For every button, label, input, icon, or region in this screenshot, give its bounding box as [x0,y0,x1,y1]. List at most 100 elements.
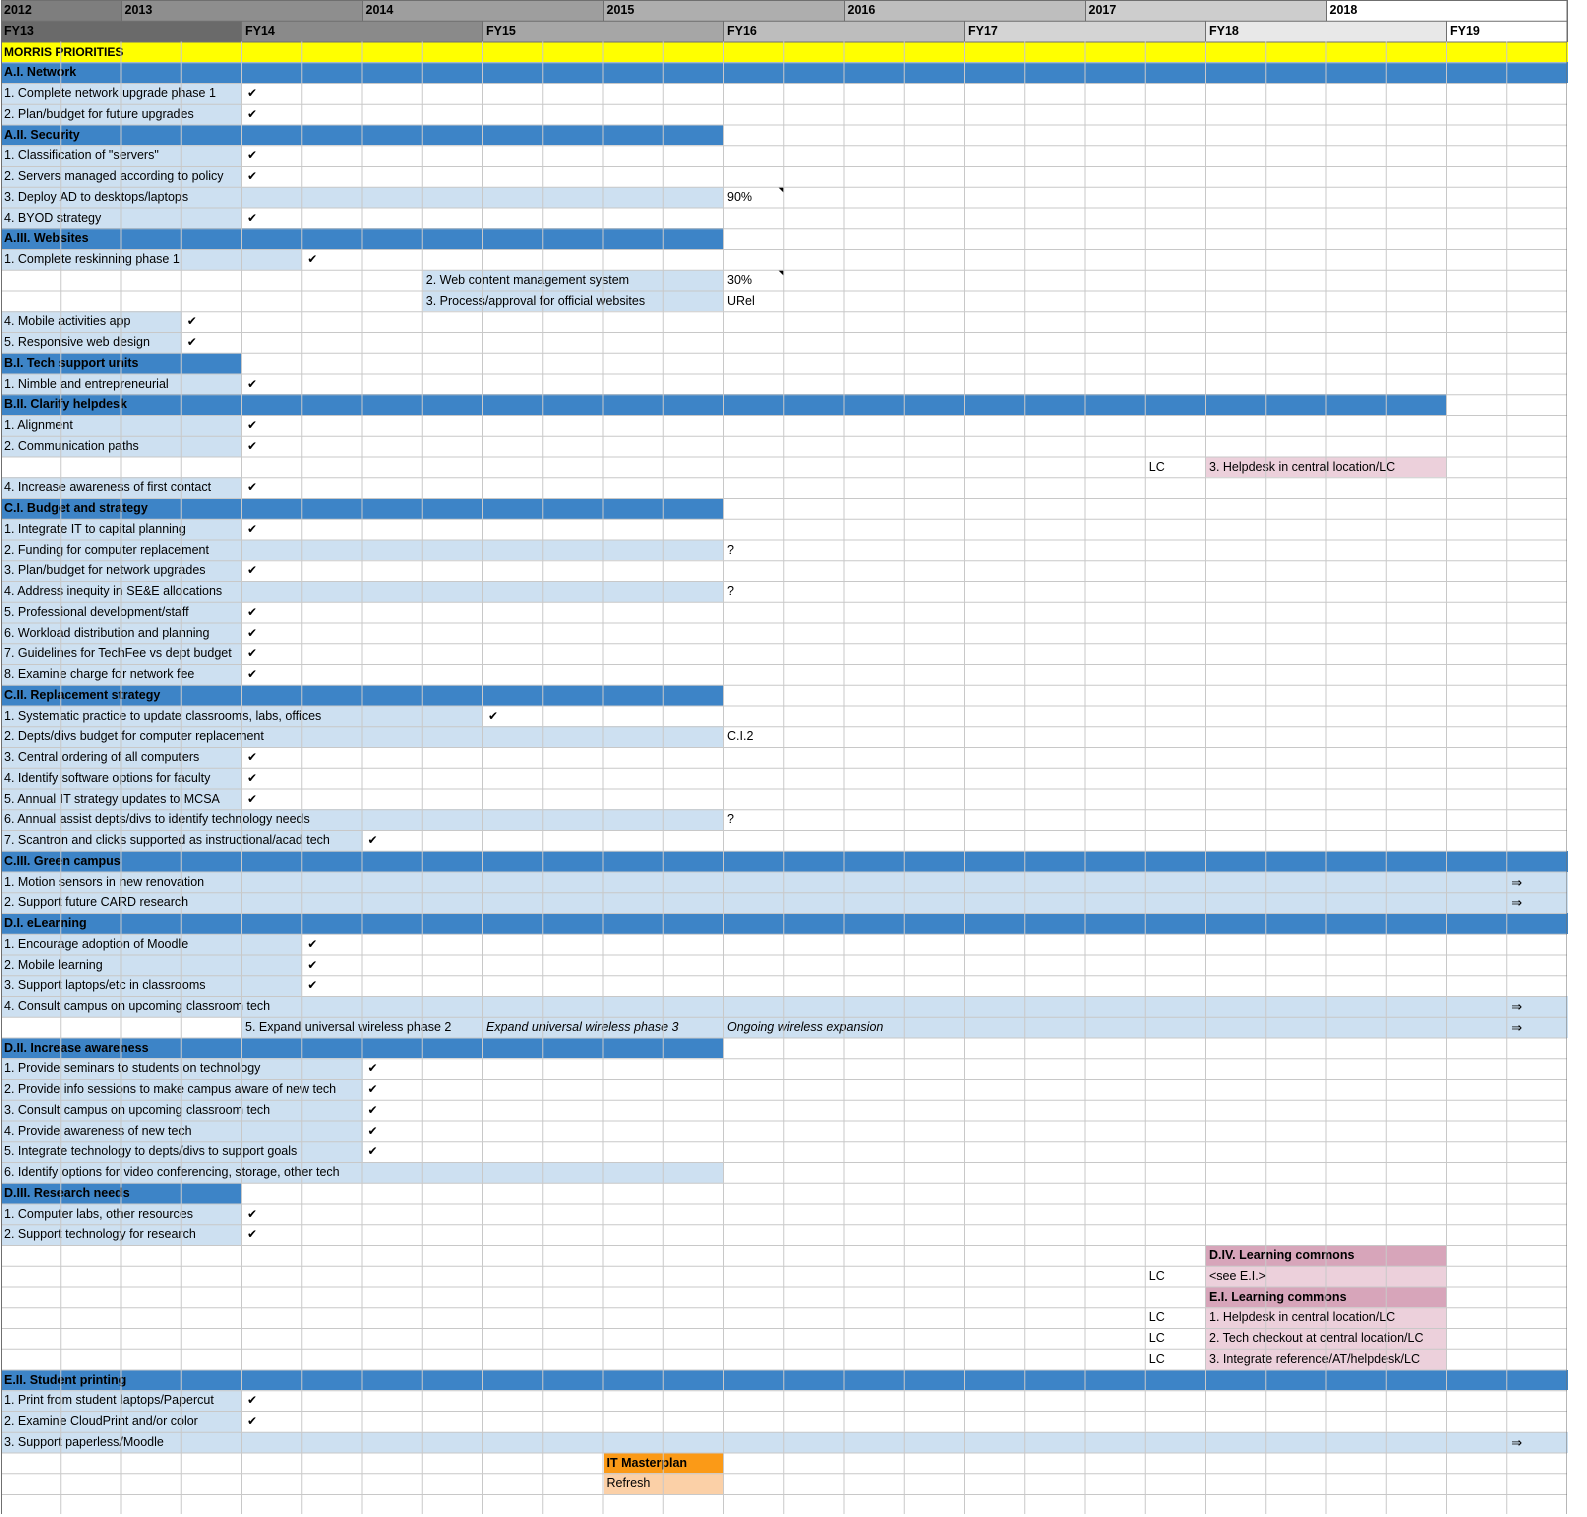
check-icon: ✔ [247,646,258,661]
section-heading: C.I. Budget and strategy [4,501,148,515]
check-icon: ✔ [247,480,258,495]
fiscal-year-header-fy14: FY14 [242,20,483,42]
check-icon: ✔ [367,1061,378,1076]
task-label: 1. Nimble and entrepreneurial [4,376,169,391]
task-label: 3. Support laptops/etc in classrooms [4,978,206,993]
task-label: 2. Mobile learning [4,957,103,972]
check-icon: ✔ [488,708,499,723]
year-header-2014: 2014 [362,0,604,21]
year-header-2015: 2015 [603,0,845,21]
task-label: 2. Support technology for research [4,1227,196,1242]
task-label: 3. Deploy AD to desktops/laptops [4,189,189,204]
check-icon: ✔ [247,148,258,163]
section-heading: A.I. Network [4,65,77,80]
task-label: 5. Integrate technology to depts/divs to… [4,1144,298,1159]
lc-section-heading: D.IV. Learning commons [1209,1248,1355,1262]
task-label: 4. Increase awareness of first contact [4,480,212,495]
task-bar [1,892,1568,913]
check-icon: ✔ [247,604,258,619]
section-heading: A.III. Websites [4,231,89,246]
task-label: 5. Professional development/staff [4,604,189,619]
task-bar [1,871,1568,893]
check-icon: ✔ [367,1123,378,1138]
task-label: 5. Responsive web design [4,335,150,349]
lc-section-heading: E.I. Learning commons [1209,1289,1347,1304]
task-label: 3. Process/approval for official website… [425,293,646,308]
check-icon: ✔ [247,1206,258,1221]
task-label: 3. Consult campus on upcoming classroom … [4,1102,271,1117]
task-label: 2. Plan/budget for future upgrades [4,106,194,121]
year-header-2017: 2017 [1085,0,1327,21]
lc-code: LC [1148,459,1165,474]
task-label: 1. Provide seminars to students on techn… [4,1061,261,1076]
task-label: 6. Identify options for video conferenci… [4,1165,340,1179]
check-icon: ✔ [247,1227,258,1242]
lc-task-label: 3. Integrate reference/AT/helpdesk/LC [1209,1351,1420,1366]
comment-indicator-icon[interactable] [778,186,785,193]
lc-code: LC [1148,1268,1165,1283]
comment-indicator-icon[interactable] [778,269,785,276]
task-label: 1. Classification of "servers" [4,148,159,163]
check-icon: ✔ [367,1082,378,1096]
fiscal-year-header-fy16: FY16 [724,20,965,42]
section-heading: A.II. Security [4,127,80,142]
check-icon: ✔ [247,376,258,391]
task-label: 4. Provide awareness of new tech [4,1123,192,1138]
check-icon: ✔ [307,252,318,266]
section-heading: C.III. Green campus [4,853,121,868]
check-icon: ✔ [247,418,258,432]
status-value: 90% [727,189,753,204]
year-header-2018: 2018 [1326,0,1568,21]
section-heading: D.III. Research needs [4,1185,130,1200]
task-label: 2. Support future CARD research [4,895,189,910]
section-heading: B.II. Clarify helpdesk [4,397,127,412]
check-icon: ✔ [247,1393,258,1408]
section-heading: D.I. eLearning [4,916,87,930]
check-icon: ✔ [247,210,258,225]
check-icon: ✔ [367,1102,378,1117]
task-label: 2. Servers managed according to policy [4,169,224,183]
status-value: ? [727,584,734,598]
continues-arrow-icon: ⇒ [1511,1434,1523,1450]
section-heading: C.II. Replacement strategy [4,687,161,702]
task-label: 4. Consult campus on upcoming classroom … [4,999,271,1013]
task-label: 2. Communication paths [4,438,139,453]
task-label: 6. Workload distribution and planning [4,625,210,640]
check-icon: ✔ [247,1414,258,1428]
task-label: 1. Complete network upgrade phase 1 [4,86,216,100]
check-icon: ✔ [247,791,258,806]
fiscal-year-header-fy19: FY19 [1447,20,1568,42]
task-label: 1. Complete reskinning phase 1 [4,252,180,266]
fiscal-year-header-fy17: FY17 [965,20,1206,42]
continues-arrow-icon: ⇒ [1511,895,1523,911]
fiscal-year-header-fy13: FY13 [1,20,242,42]
task-label: 2. Provide info sessions to make campus … [4,1082,337,1096]
task-label: 3. Support paperless/Moodle [4,1434,164,1449]
task-label: 2. Funding for computer replacement [4,542,209,557]
check-icon: ✔ [186,314,197,329]
section-heading: B.I. Tech support units [4,355,139,370]
lc-code: LC [1148,1310,1165,1325]
lc-code: LC [1148,1351,1165,1366]
status-value: ? [727,542,734,557]
check-icon: ✔ [247,667,258,681]
lc-code: LC [1148,1331,1165,1345]
fiscal-year-header-fy18: FY18 [1206,20,1447,42]
refresh-label: Refresh [606,1476,651,1491]
check-icon: ✔ [367,833,378,847]
task-label: 5. Annual IT strategy updates to MCSA [4,791,220,806]
check-icon: ✔ [247,86,258,100]
task-label: 1. Encourage adoption of Moodle [4,936,189,951]
wireless-ongoing-label: Ongoing wireless expansion [727,1019,884,1034]
check-icon: ✔ [307,957,318,972]
task-label: 7. Scantron and clicks supported as inst… [4,833,330,847]
gantt-spreadsheet[interactable]: 2012 2013 2014 2015 2016 2017 2018 FY13 FY14 FY15… [1,0,1568,1514]
year-header-2013: 2013 [121,0,363,21]
continues-arrow-icon: ⇒ [1511,999,1523,1014]
check-icon: ✔ [247,563,258,578]
task-label: 3. Central ordering of all computers [4,750,200,764]
lc-task-label: 3. Helpdesk in central location/LC [1209,459,1396,474]
status-value: URel [727,293,755,308]
task-label: 1. Integrate IT to capital planning [4,521,186,536]
task-label: 4. Mobile activities app [4,314,131,329]
